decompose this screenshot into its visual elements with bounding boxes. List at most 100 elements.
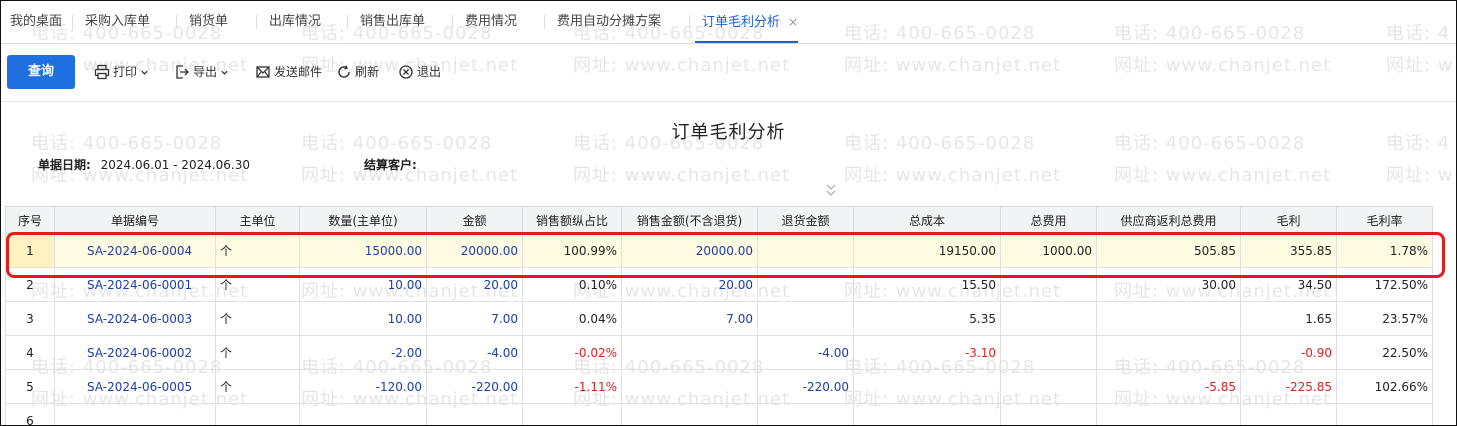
print-button[interactable]: 打印 <box>94 55 149 89</box>
table-row[interactable]: 3 SA-2024-06-0003 个 10.00 7.00 0.04% 7.0… <box>5 301 1433 336</box>
column-header[interactable]: 金额 <box>426 206 523 234</box>
order-code-link[interactable]: SA-2024-06-0003 <box>54 301 216 336</box>
app-window: 电话: 400-665-0028 网址: www.chanjet.net 电话:… <box>0 0 1457 426</box>
cell-ratio: 100.99% <box>522 233 622 268</box>
cell-amount: 7.00 <box>426 301 523 336</box>
profit-table: 序号 单据编号 主单位 数量(主单位) 金额 销售额纵占比 销售金额(不含退货)… <box>5 206 1433 425</box>
export-label: 导出 <box>193 65 218 79</box>
column-header[interactable]: 总成本 <box>853 206 1001 234</box>
tab-order-profit-analysis[interactable]: 订单毛利分析 × <box>689 1 799 43</box>
cell-cost <box>853 369 1001 404</box>
cell-rate: 22.50% <box>1336 335 1433 370</box>
cell-cost: 15.50 <box>853 267 1001 302</box>
order-code-link[interactable]: SA-2024-06-0001 <box>54 267 216 302</box>
refresh-icon <box>338 65 350 78</box>
exit-label: 退出 <box>417 65 442 79</box>
column-header[interactable]: 毛利 <box>1240 206 1337 234</box>
cell-unit: 个 <box>215 301 300 336</box>
cell-no: 3 <box>5 301 55 336</box>
column-header[interactable]: 单据编号 <box>54 206 216 234</box>
collapse-chevron-icon[interactable] <box>824 182 838 204</box>
cell-return <box>757 233 854 268</box>
column-header[interactable]: 序号 <box>5 206 55 234</box>
table-row[interactable]: 2 SA-2024-06-0001 个 10.00 20.00 0.10% 20… <box>5 267 1433 302</box>
cell-qty: -2.00 <box>299 335 427 370</box>
customer-label: 结算客户: <box>364 158 417 172</box>
cell-unit <box>215 403 300 425</box>
watermark-site: 网址: www.chanjet.net <box>573 165 791 186</box>
report-title: 订单毛利分析 <box>671 122 786 143</box>
export-icon <box>176 65 189 79</box>
table-header-row: 序号 单据编号 主单位 数量(主单位) 金额 销售额纵占比 销售金额(不含退货)… <box>5 206 1433 234</box>
watermark-site: 网址: www.chanjet.net <box>1114 165 1332 186</box>
cell-fee <box>1000 335 1097 370</box>
date-value: 2024.06.01 - 2024.06.30 <box>100 158 251 172</box>
cell-return <box>757 267 854 302</box>
cell-rate: 102.66% <box>1336 369 1433 404</box>
column-header[interactable]: 总费用 <box>1000 206 1097 234</box>
column-header[interactable]: 主单位 <box>215 206 300 234</box>
tab-expense-status[interactable]: 费用情况 <box>452 1 517 43</box>
cell-rebate <box>1096 335 1241 370</box>
cell-unit: 个 <box>215 335 300 370</box>
tab-label: 费用自动分摊方案 <box>557 14 662 29</box>
tab-divider <box>689 15 690 29</box>
refresh-button[interactable]: 刷新 <box>336 55 379 89</box>
close-icon[interactable]: × <box>788 15 798 29</box>
cell-amount: 20000.00 <box>426 233 523 268</box>
cell-qty: 15000.00 <box>299 233 427 268</box>
cell-return <box>757 301 854 336</box>
query-button[interactable]: 查询 <box>7 55 75 89</box>
date-label: 单据日期: <box>38 158 91 172</box>
column-header[interactable]: 数量(主单位) <box>299 206 427 234</box>
cell-fee <box>1000 301 1097 336</box>
cell-sales <box>621 403 758 425</box>
cell-ratio: 0.04% <box>522 301 622 336</box>
cell-unit: 个 <box>215 233 300 268</box>
tab-expense-allocation[interactable]: 费用自动分摊方案 <box>544 1 661 43</box>
table-row[interactable]: 4 SA-2024-06-0002 个 -2.00 -4.00 -0.02% -… <box>5 335 1433 370</box>
table-row[interactable]: 1 SA-2024-06-0004 个 15000.00 20000.00 10… <box>5 233 1433 268</box>
cell-profit: 355.85 <box>1240 233 1337 268</box>
table-row[interactable]: 6 <box>5 403 1433 425</box>
cell-return <box>757 403 854 425</box>
mail-icon <box>256 66 270 78</box>
tab-outbound-status[interactable]: 出库情况 <box>256 1 321 43</box>
order-code-link[interactable]: SA-2024-06-0004 <box>54 233 216 268</box>
table-row[interactable]: 5 SA-2024-06-0005 个 -120.00 -220.00 -1.1… <box>5 369 1433 404</box>
exit-button[interactable]: 退出 <box>398 55 441 89</box>
cell-profit: 34.50 <box>1240 267 1337 302</box>
cell-unit: 个 <box>215 267 300 302</box>
tab-purchase-inbound[interactable]: 采购入库单 <box>72 1 150 43</box>
cell-qty <box>299 403 427 425</box>
order-code-link[interactable] <box>54 403 216 425</box>
tab-divider <box>452 15 453 29</box>
tab-my-desktop[interactable]: 我的桌面 <box>10 1 62 43</box>
cell-qty: 10.00 <box>299 267 427 302</box>
tab-label: 订单毛利分析 <box>702 15 781 30</box>
order-code-link[interactable]: SA-2024-06-0002 <box>54 335 216 370</box>
cell-profit: -0.90 <box>1240 335 1337 370</box>
cell-no: 1 <box>5 233 55 268</box>
cell-rebate: 30.00 <box>1096 267 1241 302</box>
chevron-down-icon <box>221 70 228 75</box>
column-header[interactable]: 毛利率 <box>1336 206 1433 234</box>
watermark-site: 网址: w <box>1386 165 1454 186</box>
close-circle-icon <box>399 65 413 79</box>
tab-sales-outbound[interactable]: 销售出库单 <box>347 1 425 43</box>
column-header[interactable]: 供应商返利总费用 <box>1096 206 1241 234</box>
order-code-link[interactable]: SA-2024-06-0005 <box>54 369 216 404</box>
tab-label: 出库情况 <box>269 14 322 29</box>
send-mail-button[interactable]: 发送邮件 <box>255 55 322 89</box>
cell-no: 6 <box>5 403 55 425</box>
tab-divider <box>176 15 177 29</box>
column-header[interactable]: 退货金额 <box>757 206 854 234</box>
filter-date: 单据日期: 2024.06.01 - 2024.06.30 <box>38 156 250 173</box>
column-header[interactable]: 销售金额(不含退货) <box>621 206 758 234</box>
cell-no: 2 <box>5 267 55 302</box>
tab-sales-order[interactable]: 销货单 <box>176 1 228 43</box>
column-header[interactable]: 销售额纵占比 <box>522 206 622 234</box>
export-button[interactable]: 导出 <box>174 55 229 89</box>
cell-cost: 5.35 <box>853 301 1001 336</box>
cell-sales: 20000.00 <box>621 233 758 268</box>
